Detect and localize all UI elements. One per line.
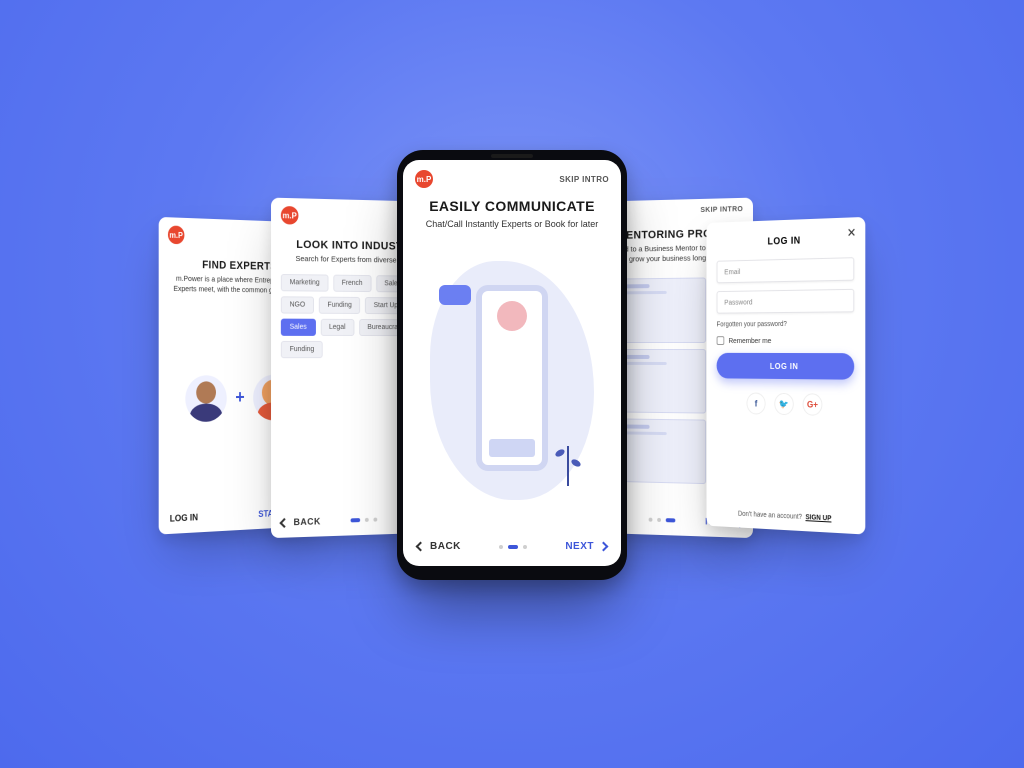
- page-dots: [649, 518, 676, 523]
- onboard-card-communicate: m.P SKIP INTRO EASILY COMMUNICATE Chat/C…: [403, 160, 621, 566]
- login-card: ✕ LOG IN Email Password Forgotten your p…: [707, 217, 866, 535]
- remember-me-checkbox[interactable]: Remember me: [717, 336, 855, 345]
- brand-logo: m.P: [281, 206, 299, 225]
- password-field[interactable]: Password: [717, 289, 855, 314]
- page-dots: [351, 518, 378, 523]
- page-dots: [499, 545, 527, 549]
- plant-icon: [561, 446, 575, 486]
- forgot-password-link[interactable]: Forgotten your password?: [717, 320, 855, 328]
- industry-chip[interactable]: Marketing: [281, 274, 328, 292]
- twitter-login-button[interactable]: 🐦: [774, 393, 793, 415]
- chat-bubble-icon: [439, 285, 471, 305]
- facebook-login-button[interactable]: f: [747, 392, 766, 414]
- industry-chip[interactable]: NGO: [281, 296, 314, 313]
- phone-mockup: m.P SKIP INTRO EASILY COMMUNICATE Chat/C…: [397, 150, 627, 580]
- chevron-left-icon: [279, 517, 289, 527]
- card-title: EASILY COMMUNICATE: [403, 198, 621, 214]
- card-subtitle: Chat/Call Instantly Experts or Book for …: [421, 218, 603, 230]
- back-button[interactable]: BACK: [417, 541, 461, 552]
- avatar-entrepreneur: [185, 375, 226, 422]
- signup-link[interactable]: SIGN UP: [805, 514, 831, 522]
- plus-icon: +: [235, 387, 244, 408]
- chevron-right-icon: [599, 542, 609, 552]
- back-button[interactable]: BACK: [281, 516, 321, 527]
- google-login-button[interactable]: G+: [803, 393, 823, 416]
- industry-chip[interactable]: French: [333, 275, 371, 292]
- chevron-left-icon: [416, 542, 426, 552]
- industry-chip[interactable]: Legal: [320, 319, 354, 336]
- industry-chip[interactable]: Funding: [319, 297, 361, 314]
- login-title: LOG IN: [717, 234, 855, 249]
- email-field[interactable]: Email: [717, 257, 855, 283]
- brand-logo: m.P: [168, 225, 184, 244]
- skip-intro-link[interactable]: SKIP INTRO: [559, 175, 609, 184]
- industry-chip[interactable]: Funding: [281, 341, 323, 358]
- next-button[interactable]: NEXT: [565, 541, 607, 552]
- login-link[interactable]: LOG IN: [170, 512, 198, 524]
- skip-intro-link[interactable]: SKIP INTRO: [700, 206, 743, 214]
- login-button[interactable]: LOG IN: [717, 353, 855, 380]
- close-icon[interactable]: ✕: [847, 225, 856, 240]
- communicate-illustration: [415, 240, 609, 521]
- industry-chip[interactable]: Sales: [281, 319, 316, 336]
- phone-icon: [476, 285, 549, 471]
- checkbox-icon: [717, 336, 725, 345]
- brand-logo: m.P: [415, 170, 433, 188]
